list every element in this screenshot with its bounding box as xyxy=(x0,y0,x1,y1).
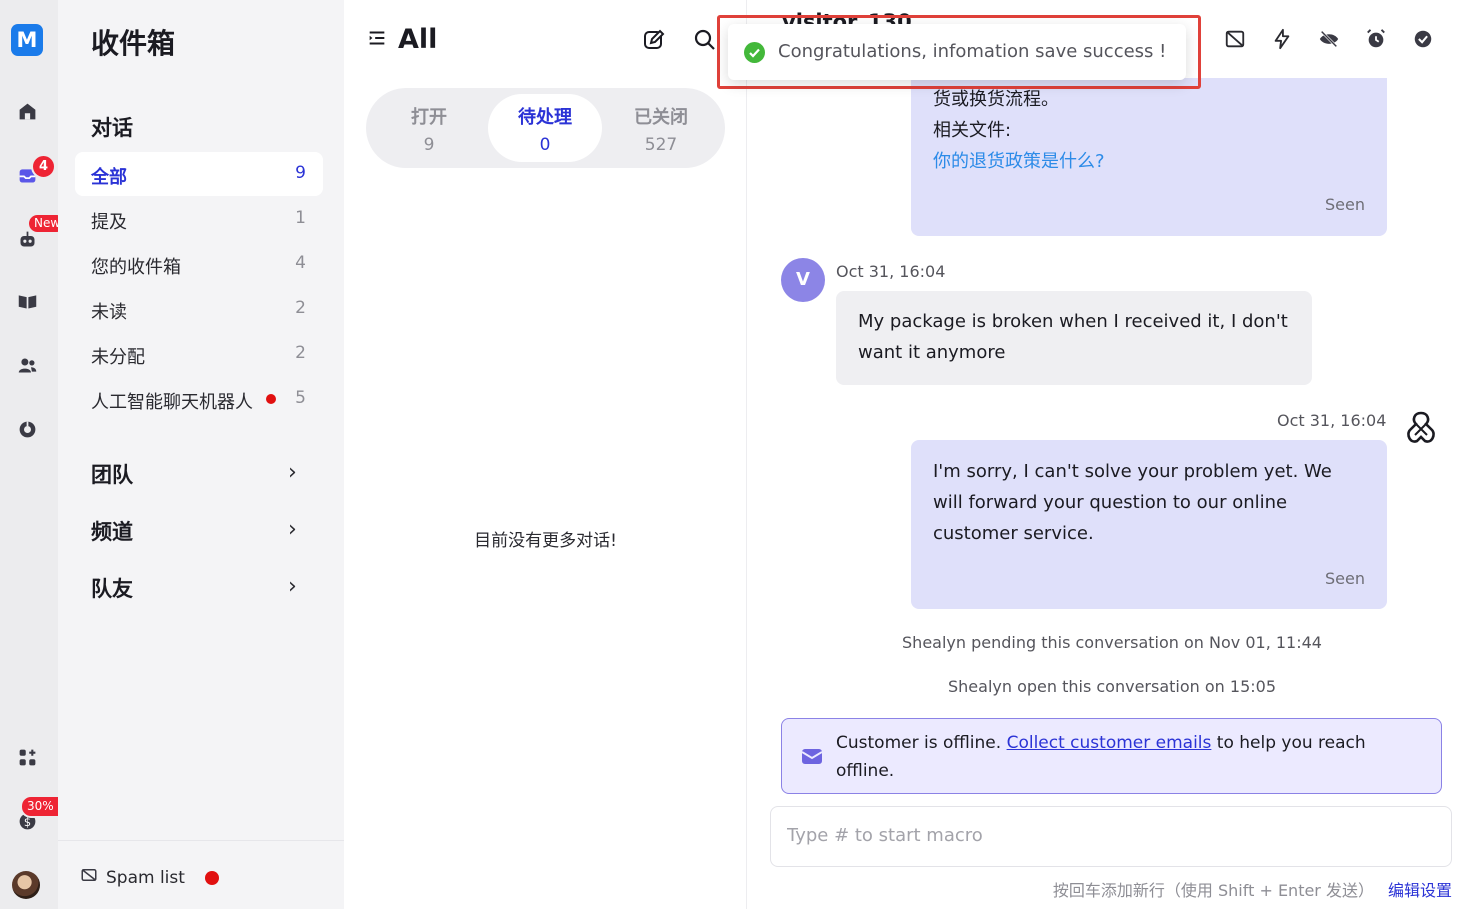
mark-spam-icon[interactable] xyxy=(1224,28,1248,52)
search-icon[interactable] xyxy=(693,28,717,52)
section-team[interactable]: 团队 xyxy=(91,459,133,489)
system-event: Shealyn pending this conversation on Nov… xyxy=(902,633,1322,652)
chat-panel: visitor_130 货或换货流程。 相关文件: 你的退货政策是什么? See… xyxy=(748,0,1464,909)
nav-item-unassigned[interactable]: 未分配 2 xyxy=(75,332,323,376)
nav-item-label: 未读 xyxy=(91,302,127,323)
seen-status: Seen xyxy=(1325,195,1365,214)
nav-item-your-inbox[interactable]: 您的收件箱 4 xyxy=(75,242,323,286)
toast-message: Congratulations, infomation save success… xyxy=(778,41,1167,62)
message-text: My package is broken when I received it,… xyxy=(858,311,1288,363)
nav-item-label: 您的收件箱 xyxy=(91,257,181,278)
tab-pending[interactable]: 待处理 0 xyxy=(488,94,602,162)
empty-state-text: 目前没有更多对话! xyxy=(474,531,617,551)
user-avatar[interactable] xyxy=(12,871,40,899)
success-toast: Congratulations, infomation save success… xyxy=(728,24,1186,80)
lightning-icon[interactable] xyxy=(1271,28,1295,52)
chevron-right-icon[interactable]: › xyxy=(288,460,297,485)
home-icon[interactable] xyxy=(15,99,39,123)
nav-item-count: 5 xyxy=(295,388,306,408)
tab-count: 0 xyxy=(539,135,551,155)
spam-icon xyxy=(80,866,98,889)
spam-unread-dot xyxy=(204,870,219,885)
nav-item-ai-chatbot[interactable]: 人工智能聊天机器人 5 xyxy=(75,377,323,421)
status-tabs: 打开 9 待处理 0 已关闭 527 xyxy=(366,88,725,168)
seen-status: Seen xyxy=(1325,569,1365,588)
nav-item-count: 2 xyxy=(295,298,306,318)
message-timestamp: Oct 31, 16:04 xyxy=(836,262,946,281)
list-title: All xyxy=(398,24,438,55)
inbox-unread-badge: 4 xyxy=(31,154,56,179)
knowledge-base-icon[interactable] xyxy=(15,289,39,313)
tab-label: 已关闭 xyxy=(634,107,688,128)
nav-item-unread[interactable]: 未读 2 xyxy=(75,287,323,331)
resolve-check-icon[interactable] xyxy=(1412,28,1436,52)
offline-notice: Customer is offline. Collect customer em… xyxy=(781,718,1442,794)
system-event: Shealyn open this conversation on 15:05 xyxy=(948,677,1276,696)
left-rail: M 4 New $ 30% OFF xyxy=(0,0,88,909)
agent-message: 货或换货流程。 相关文件: 你的退货政策是什么? Seen xyxy=(911,78,1387,236)
tab-label: 打开 xyxy=(411,107,447,128)
chevron-right-icon[interactable]: › xyxy=(288,517,297,542)
nav-item-count: 9 xyxy=(295,163,306,183)
reports-icon[interactable] xyxy=(15,417,39,441)
edit-settings-link[interactable]: 编辑设置 xyxy=(1388,881,1452,900)
page-title: 收件箱 xyxy=(91,27,176,60)
article-link[interactable]: 你的退货政策是什么? xyxy=(933,151,1105,172)
nav-item-count: 4 xyxy=(295,253,306,273)
nav-item-mentions[interactable]: 提及 1 xyxy=(75,197,323,241)
chat-toolbar xyxy=(1224,28,1436,52)
message-input[interactable] xyxy=(787,825,1427,846)
message-text: 相关文件: xyxy=(933,120,1012,141)
conversation-list: All 打开 9 待处理 0 已关闭 527 目前没有更多对话! xyxy=(344,0,747,909)
tab-count: 9 xyxy=(423,135,435,155)
tab-count: 527 xyxy=(644,135,678,155)
unread-dot xyxy=(266,394,276,404)
section-teammates[interactable]: 队友 xyxy=(91,573,133,603)
list-menu-icon[interactable] xyxy=(366,27,388,53)
collect-emails-link[interactable]: Collect customer emails xyxy=(1007,733,1212,753)
message-composer xyxy=(770,806,1452,867)
snooze-alarm-icon[interactable] xyxy=(1365,28,1389,52)
nav-item-label: 未分配 xyxy=(91,347,145,368)
nav-item-label: 人工智能聊天机器人 xyxy=(91,392,253,413)
tab-open[interactable]: 打开 9 xyxy=(372,94,486,162)
nav-item-count: 1 xyxy=(295,208,306,228)
offline-prefix: Customer is offline. xyxy=(836,733,1002,753)
hint-text: 按回车添加新行（使用 Shift + Enter 发送） xyxy=(1052,881,1374,900)
composer-hint: 按回车添加新行（使用 Shift + Enter 发送） 编辑设置 xyxy=(1053,877,1452,901)
nav-item-count: 2 xyxy=(295,343,306,363)
chevron-right-icon[interactable]: › xyxy=(288,574,297,599)
section-conversations: 对话 xyxy=(91,116,133,140)
envelope-icon xyxy=(801,747,823,765)
contacts-icon[interactable] xyxy=(15,353,39,377)
visitor-message: My package is broken when I received it,… xyxy=(836,291,1312,385)
success-check-icon xyxy=(744,42,765,63)
visitor-avatar: V xyxy=(781,258,825,302)
nav-item-label: 提及 xyxy=(91,212,127,233)
list-header: All xyxy=(366,24,437,55)
section-channel[interactable]: 频道 xyxy=(91,516,133,546)
divider xyxy=(58,840,344,841)
app-logo[interactable]: M xyxy=(11,24,43,56)
spam-list-label: Spam list xyxy=(106,867,185,888)
agent-message: I'm sorry, I can't solve your problem ye… xyxy=(911,440,1387,609)
nav-item-all[interactable]: 全部 9 xyxy=(75,152,323,196)
inbox-nav: 收件箱 对话 全部 9 提及 1 您的收件箱 4 未读 2 未分配 2 人工智能… xyxy=(58,0,344,909)
offline-text: Customer is offline. Collect customer em… xyxy=(836,729,1426,785)
message-timestamp: Oct 31, 16:04 xyxy=(1277,411,1387,430)
message-text: I'm sorry, I can't solve your problem ye… xyxy=(933,461,1332,544)
compose-icon[interactable] xyxy=(642,28,666,52)
ai-assistant-icon[interactable] xyxy=(1400,408,1442,450)
apps-icon[interactable] xyxy=(15,745,39,769)
hide-icon[interactable] xyxy=(1318,28,1342,52)
tab-closed[interactable]: 已关闭 527 xyxy=(604,94,718,162)
tab-label: 待处理 xyxy=(518,107,572,128)
spam-list-link[interactable]: Spam list xyxy=(80,866,219,889)
nav-item-label: 全部 xyxy=(91,167,127,188)
